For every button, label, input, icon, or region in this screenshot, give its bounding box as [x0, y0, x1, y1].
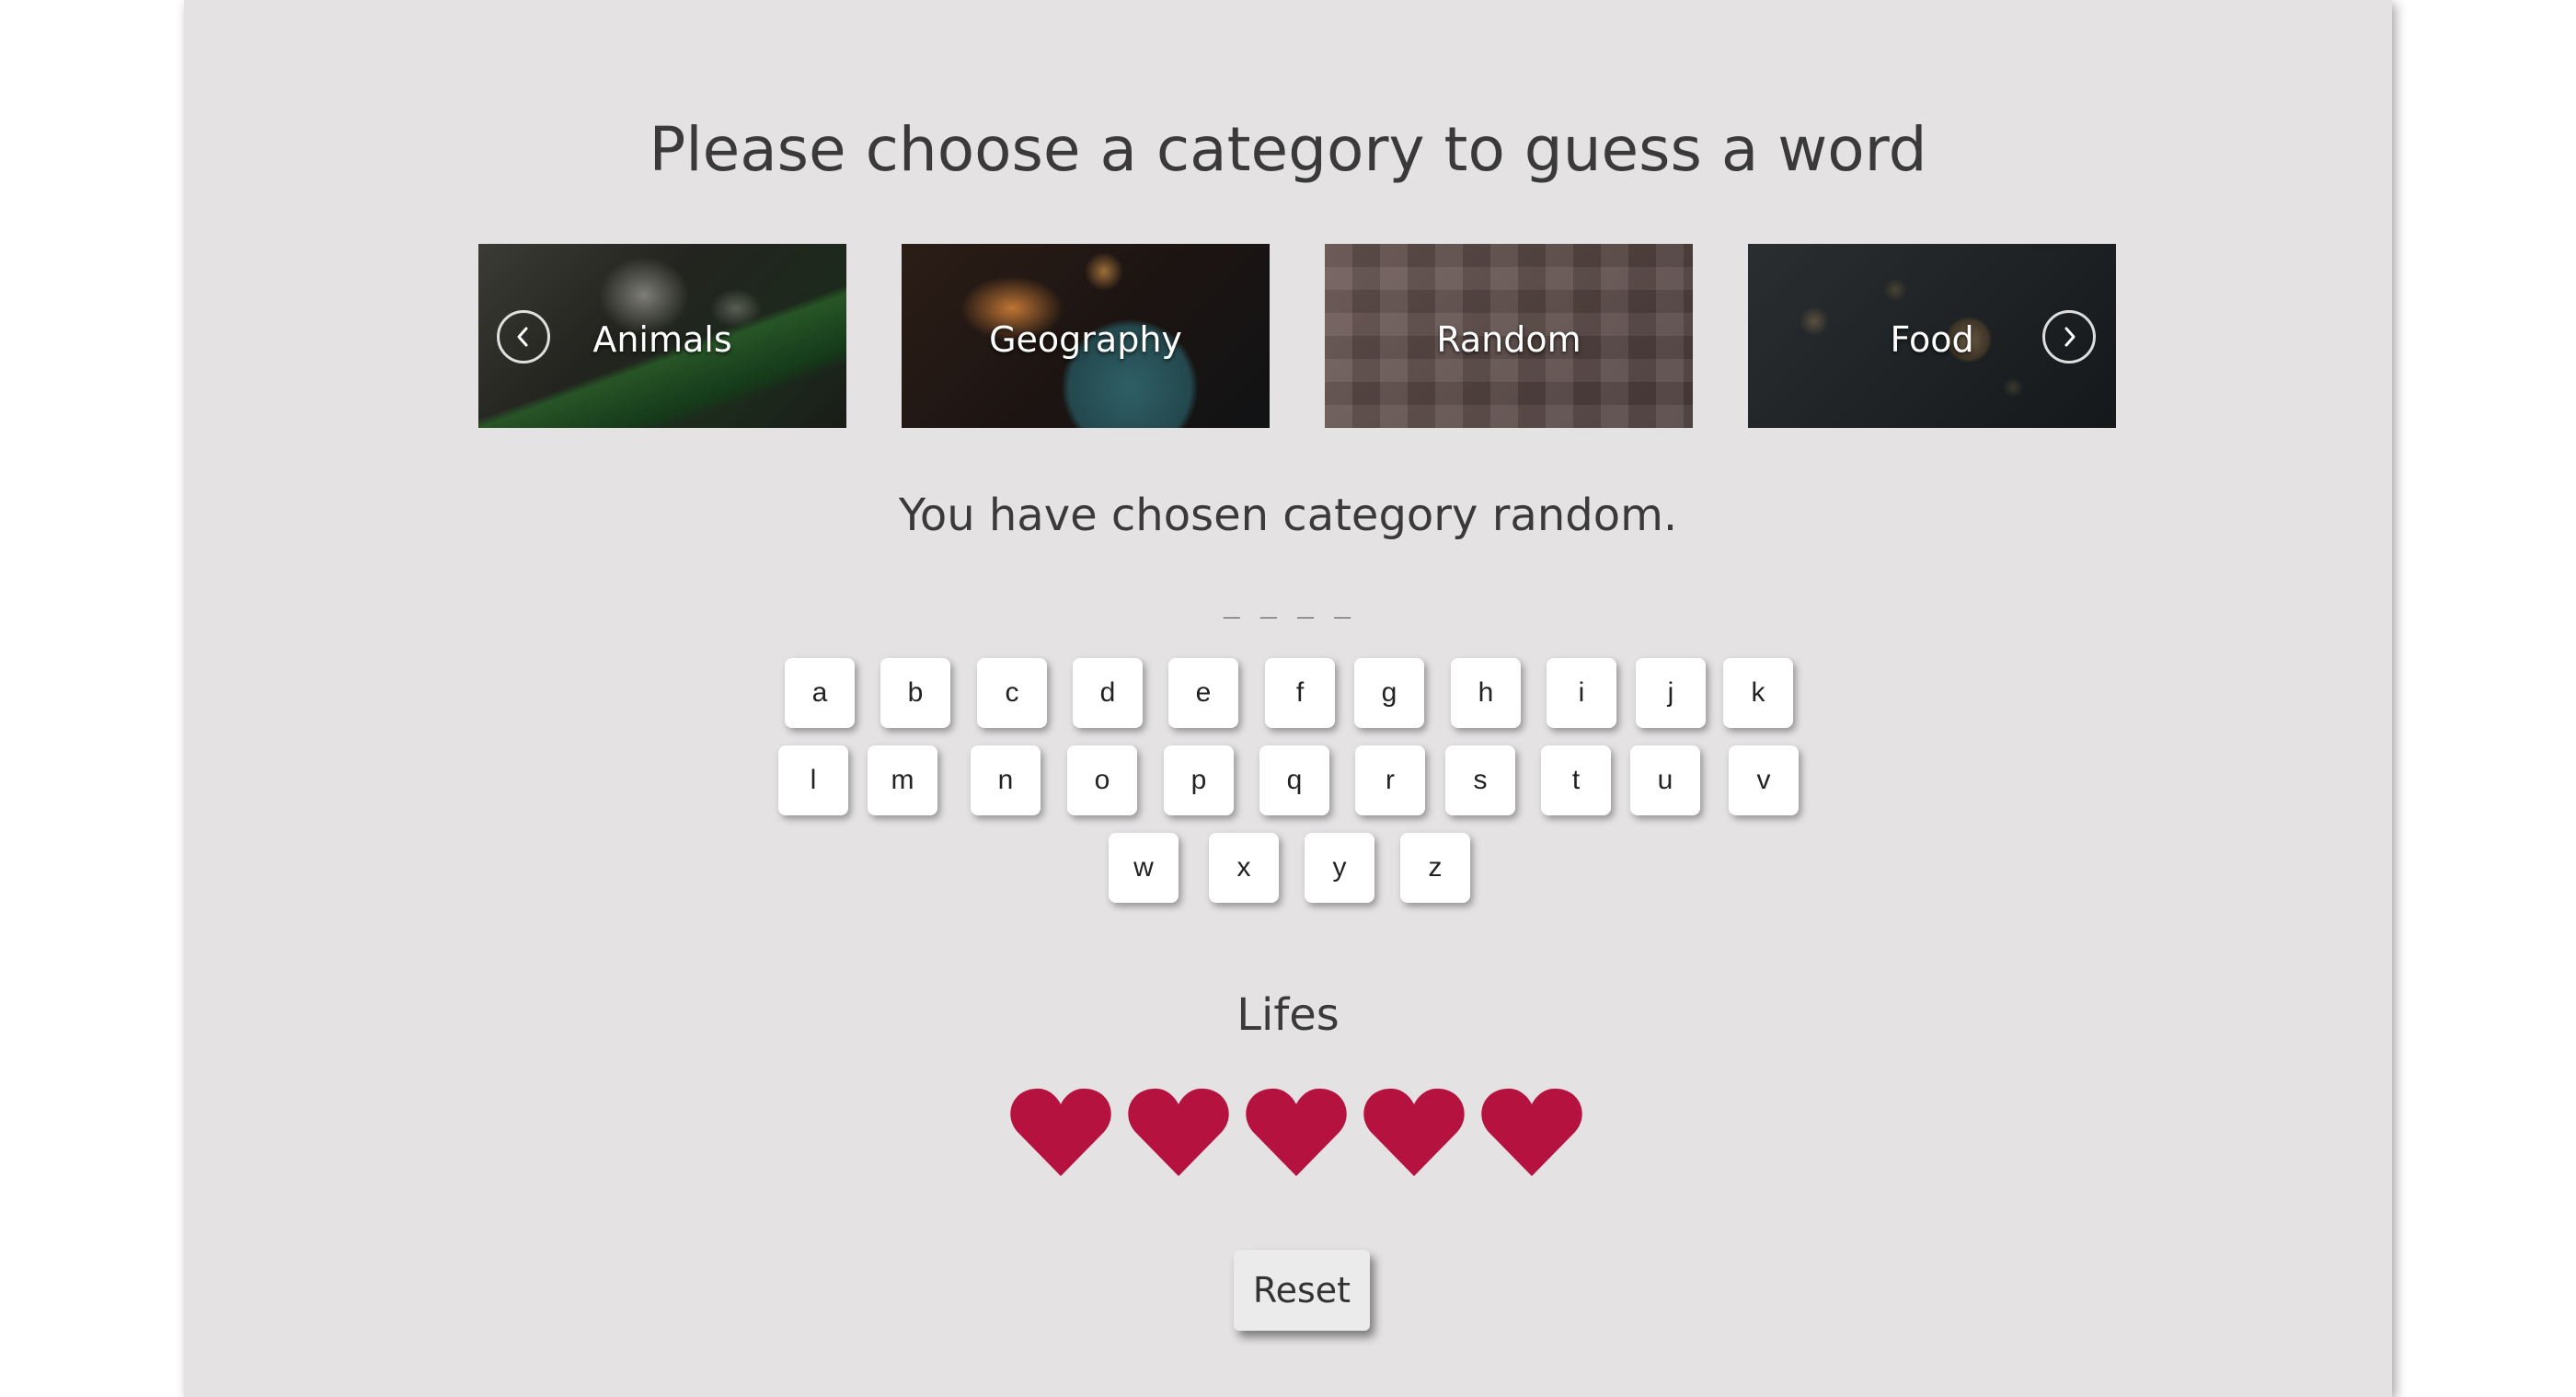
- key-j[interactable]: j: [1636, 658, 1706, 728]
- word-blanks: _ _ _ _: [1223, 587, 1353, 619]
- key-c[interactable]: c: [977, 658, 1047, 728]
- heart-icon: [1128, 1088, 1229, 1176]
- chevron-left-icon: [517, 327, 528, 347]
- category-card-geography[interactable]: Geography: [902, 244, 1270, 428]
- key-i[interactable]: i: [1547, 658, 1616, 728]
- key-e[interactable]: e: [1168, 658, 1238, 728]
- game-panel: Please choose a category to guess a word…: [184, 0, 2392, 1397]
- key-k[interactable]: k: [1723, 658, 1793, 728]
- heart-icon: [1363, 1088, 1465, 1176]
- key-o[interactable]: o: [1067, 745, 1137, 815]
- key-l[interactable]: l: [778, 745, 848, 815]
- key-y[interactable]: y: [1305, 833, 1374, 903]
- category-card-random[interactable]: Random: [1325, 244, 1693, 428]
- key-x[interactable]: x: [1209, 833, 1279, 903]
- key-t[interactable]: t: [1541, 745, 1611, 815]
- key-m[interactable]: m: [868, 745, 937, 815]
- key-b[interactable]: b: [880, 658, 950, 728]
- key-a[interactable]: a: [785, 658, 855, 728]
- category-label-random: Random: [1436, 319, 1581, 360]
- carousel-prev-button[interactable]: [497, 310, 550, 364]
- key-d[interactable]: d: [1073, 658, 1143, 728]
- chosen-category-text: You have chosen category random.: [898, 490, 1678, 541]
- chevron-right-icon: [2064, 327, 2076, 347]
- heart-icon: [1010, 1088, 1111, 1176]
- lifes-title: Lifes: [1236, 989, 1340, 1041]
- heart-icon: [1246, 1088, 1347, 1176]
- key-g[interactable]: g: [1354, 658, 1424, 728]
- key-u[interactable]: u: [1630, 745, 1700, 815]
- key-v[interactable]: v: [1729, 745, 1799, 815]
- carousel-next-button[interactable]: [2042, 310, 2096, 364]
- key-f[interactable]: f: [1265, 658, 1335, 728]
- key-z[interactable]: z: [1400, 833, 1470, 903]
- key-h[interactable]: h: [1451, 658, 1521, 728]
- key-r[interactable]: r: [1355, 745, 1425, 815]
- page-title: Please choose a category to guess a word: [649, 114, 1927, 185]
- heart-icon: [1481, 1088, 1582, 1176]
- key-q[interactable]: q: [1259, 745, 1329, 815]
- key-n[interactable]: n: [971, 745, 1041, 815]
- key-s[interactable]: s: [1445, 745, 1515, 815]
- key-w[interactable]: w: [1109, 833, 1179, 903]
- reset-button[interactable]: Reset: [1234, 1250, 1370, 1331]
- key-p[interactable]: p: [1164, 745, 1234, 815]
- category-label-geography: Geography: [989, 319, 1182, 360]
